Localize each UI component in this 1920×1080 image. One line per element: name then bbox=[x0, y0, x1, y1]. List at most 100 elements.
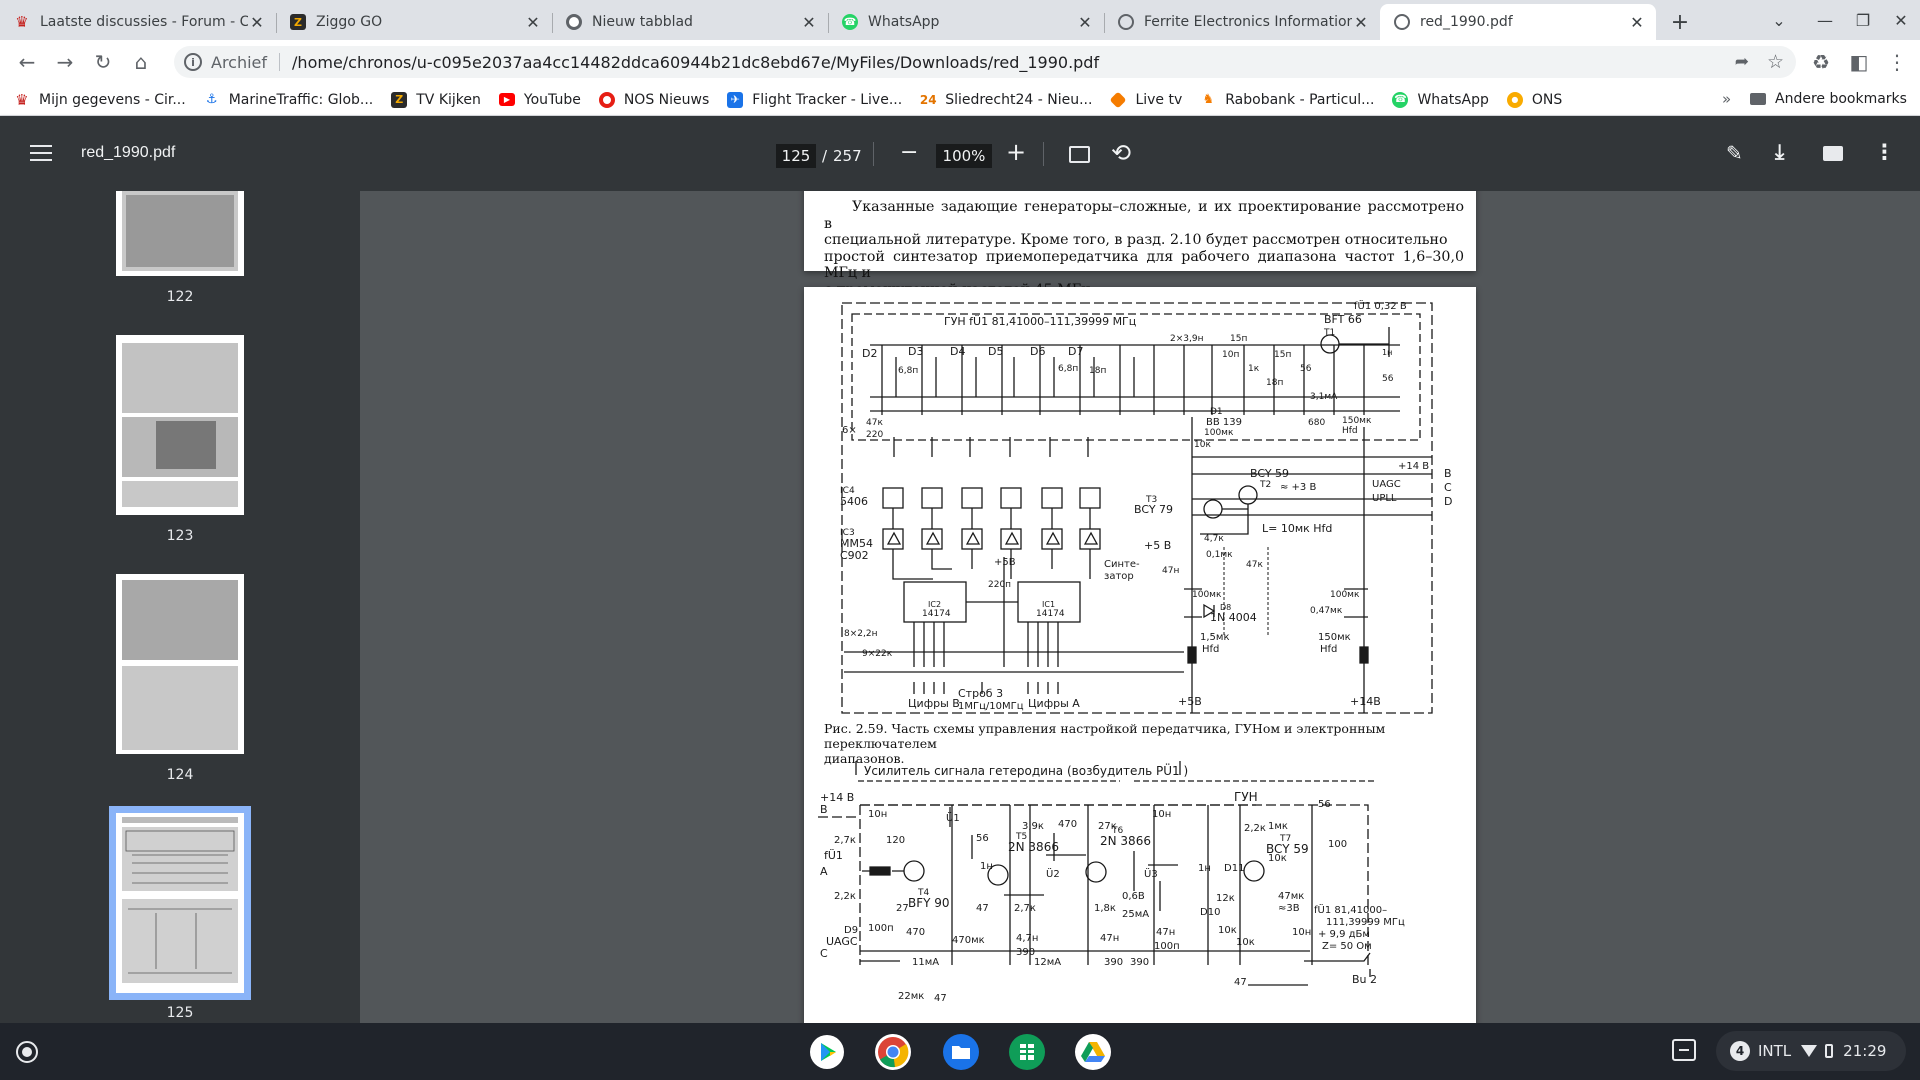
menu-icon[interactable]: ⋮ bbox=[1880, 45, 1914, 79]
annotate-pen-icon[interactable]: ✎ bbox=[1726, 141, 1743, 165]
schematic-label: 0,6В bbox=[1122, 891, 1145, 902]
bookmark-item[interactable]: 24 Sliedrecht24 - Nieu... bbox=[920, 92, 1093, 108]
status-tray[interactable]: 4 INTL 21:29 bbox=[1716, 1031, 1906, 1071]
address-bar[interactable]: i Archief /home/chronos/u-c095e2037aa4cc… bbox=[174, 46, 1796, 78]
schematic-label: 100мк bbox=[1192, 590, 1222, 600]
ziggo-icon: Z bbox=[290, 14, 306, 30]
ime-indicator[interactable]: INTL bbox=[1758, 1042, 1791, 1060]
schematic-label: 56 bbox=[1318, 799, 1331, 810]
back-icon[interactable]: ← bbox=[10, 45, 44, 79]
extensions-icon[interactable]: ♻ bbox=[1804, 45, 1838, 79]
window-close-icon[interactable]: ✕ bbox=[1886, 6, 1916, 34]
chrome-icon[interactable] bbox=[872, 1031, 914, 1073]
schematic-label: B bbox=[820, 803, 828, 816]
schematic-label: 100п bbox=[868, 923, 894, 934]
bookmark-item[interactable]: NOS Nieuws bbox=[598, 91, 709, 108]
bookmark-item[interactable]: ▶ YouTube bbox=[498, 92, 581, 108]
drive-icon[interactable] bbox=[1072, 1031, 1114, 1073]
pdf-page: Указанные задающие генераторы–сложные, и… bbox=[804, 191, 1476, 298]
toolbar-divider bbox=[873, 142, 874, 166]
pdf-viewer[interactable]: Указанные задающие генераторы–сложные, и… bbox=[360, 191, 1920, 1023]
close-tab-icon[interactable]: ✕ bbox=[1076, 13, 1094, 32]
address-url[interactable]: /home/chronos/u-c095e2037aa4cc14482ddca6… bbox=[292, 53, 1099, 72]
page-number-input[interactable]: 125 bbox=[776, 144, 816, 168]
page-thumbnail[interactable] bbox=[116, 191, 244, 276]
more-options-icon[interactable]: ⋮ bbox=[1874, 140, 1895, 164]
bookmark-item[interactable]: Live tv bbox=[1109, 91, 1182, 108]
side-panel-icon[interactable]: ◧ bbox=[1842, 45, 1876, 79]
schematic-label: 47к bbox=[1246, 560, 1263, 570]
bookmark-item[interactable]: ♞ Rabobank - Particul... bbox=[1200, 92, 1374, 108]
zoom-out-icon[interactable]: − bbox=[900, 140, 918, 165]
forward-icon[interactable]: → bbox=[48, 45, 82, 79]
bookmark-item[interactable]: ● ONS bbox=[1506, 91, 1562, 108]
files-icon[interactable] bbox=[940, 1031, 982, 1073]
launcher-button[interactable] bbox=[16, 1041, 38, 1063]
tab-new-tab[interactable]: Nieuw tabblad ✕ bbox=[552, 4, 828, 40]
schematic-label: 0,1мк bbox=[1206, 550, 1233, 560]
bookmarks-overflow-button[interactable]: » bbox=[1722, 90, 1731, 108]
tab-ziggo[interactable]: Z Ziggo GO ✕ bbox=[276, 4, 552, 40]
zoom-in-icon[interactable]: + bbox=[1006, 138, 1026, 166]
schematic-label: 390 bbox=[1104, 957, 1123, 968]
plane-icon: ✈ bbox=[727, 91, 744, 108]
bookmark-item[interactable]: ♛ Mijn gegevens - Cir... bbox=[14, 90, 185, 109]
bookmark-item[interactable]: ⚓ MarineTraffic: Glob... bbox=[204, 92, 373, 108]
schematic-label: D4 bbox=[950, 345, 965, 358]
schematic-label: C bbox=[1444, 481, 1452, 494]
bookmark-item[interactable]: Z TV Kijken bbox=[391, 91, 481, 108]
tab-search-icon[interactable]: ⌄ bbox=[1764, 6, 1794, 34]
schematic-label: 47к bbox=[866, 418, 883, 428]
notification-count-badge[interactable]: 4 bbox=[1730, 1041, 1750, 1061]
schematic-label: 14174 bbox=[922, 609, 951, 619]
hamburger-menu-icon[interactable] bbox=[30, 142, 52, 162]
reload-icon[interactable]: ↻ bbox=[86, 45, 120, 79]
close-tab-icon[interactable]: ✕ bbox=[1352, 13, 1370, 32]
zoom-input[interactable]: 100% bbox=[936, 144, 992, 168]
nos-icon bbox=[598, 91, 615, 108]
schematic-label: 47мк bbox=[1278, 891, 1304, 902]
share-icon[interactable]: ➦ bbox=[1735, 52, 1749, 72]
schematic-label: Ü3 bbox=[1144, 867, 1158, 880]
bank-icon: ♞ bbox=[1202, 92, 1215, 107]
bookmark-star-icon[interactable]: ☆ bbox=[1767, 51, 1784, 73]
schematic-label: 10н bbox=[1152, 809, 1171, 820]
page-thumbnail-selected[interactable] bbox=[116, 813, 244, 993]
schematic-label: T2 bbox=[1259, 480, 1271, 490]
new-tab-button[interactable]: + bbox=[1666, 8, 1694, 36]
download-icon[interactable]: ⤓ bbox=[1775, 140, 1784, 165]
restore-icon[interactable]: ❐ bbox=[1848, 6, 1878, 34]
play-store-icon[interactable] bbox=[806, 1031, 848, 1073]
rotate-icon[interactable]: ⟲ bbox=[1111, 139, 1131, 167]
fit-to-page-icon[interactable] bbox=[1069, 146, 1090, 163]
schematic-label: 220п bbox=[988, 580, 1011, 590]
tab-whatsapp[interactable]: ☎ WhatsApp ✕ bbox=[828, 4, 1104, 40]
tab-ferrite[interactable]: Ferrite Electronics Information ✕ bbox=[1104, 4, 1380, 40]
forum-icon: ♛ bbox=[15, 90, 29, 109]
page-thumbnail[interactable] bbox=[116, 335, 244, 515]
other-bookmarks-folder[interactable]: Andere bookmarks bbox=[1750, 91, 1907, 107]
page-thumbnail[interactable] bbox=[116, 574, 244, 754]
close-tab-icon[interactable]: ✕ bbox=[248, 13, 266, 32]
clock-time[interactable]: 21:29 bbox=[1843, 1042, 1886, 1060]
info-icon[interactable]: i bbox=[184, 53, 202, 71]
sheets-icon[interactable] bbox=[1006, 1031, 1048, 1073]
holding-space-icon[interactable] bbox=[1672, 1039, 1696, 1061]
close-tab-icon[interactable]: ✕ bbox=[800, 13, 818, 32]
schematic-label: 10п bbox=[1222, 350, 1239, 360]
schematic-label: fÜ1 bbox=[824, 849, 843, 862]
tab-pdf[interactable]: red_1990.pdf ✕ bbox=[1380, 4, 1656, 40]
tab-forum[interactable]: ♛ Laatste discussies - Forum - Ci ✕ bbox=[0, 4, 276, 40]
schematic-label: 2×3,9н bbox=[1170, 334, 1204, 344]
whatsapp-icon: ☎ bbox=[1392, 91, 1409, 108]
bookmark-label: Rabobank - Particul... bbox=[1225, 91, 1375, 108]
minimize-icon[interactable]: — bbox=[1810, 6, 1840, 34]
close-tab-icon[interactable]: ✕ bbox=[1628, 13, 1646, 32]
bookmark-item[interactable]: ☎ WhatsApp bbox=[1392, 91, 1489, 108]
bookmark-item[interactable]: ✈ Flight Tracker - Live... bbox=[727, 91, 902, 108]
schematic-label: 12к bbox=[1216, 893, 1235, 904]
thumbnail-sidebar[interactable]: 122 123 124 125 bbox=[0, 191, 360, 1023]
close-tab-icon[interactable]: ✕ bbox=[524, 13, 542, 32]
print-icon[interactable] bbox=[1823, 146, 1843, 161]
home-icon[interactable]: ⌂ bbox=[124, 45, 158, 79]
